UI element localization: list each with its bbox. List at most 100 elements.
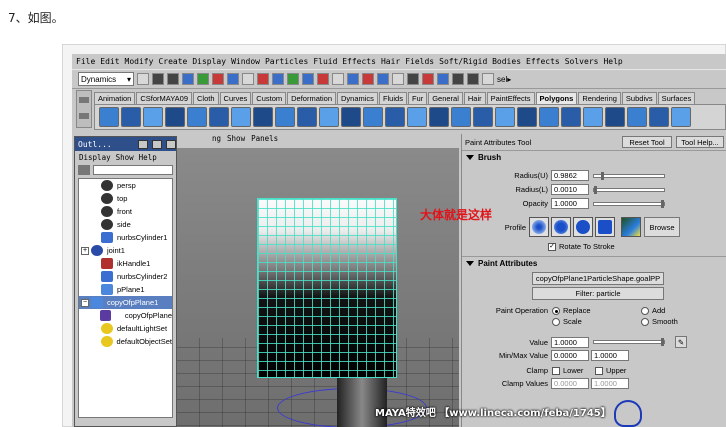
clamp-upper-checkbox[interactable] xyxy=(595,366,603,375)
replace-radio[interactable] xyxy=(552,306,560,315)
poly-cleanup-icon[interactable] xyxy=(583,107,603,127)
painted-plane[interactable] xyxy=(257,198,397,378)
profile-image-icon[interactable] xyxy=(621,217,641,237)
maximize-icon[interactable] xyxy=(152,139,162,149)
poly-planar-map-icon[interactable] xyxy=(451,107,471,127)
filter-button[interactable]: Filter: particle xyxy=(532,287,664,300)
select-component-icon[interactable] xyxy=(212,73,224,85)
menu-file[interactable]: File xyxy=(76,57,95,66)
outliner-item[interactable]: side xyxy=(79,218,172,231)
hypershade-icon[interactable] xyxy=(482,73,494,85)
shelf-tab-curves[interactable]: Curves xyxy=(219,92,252,104)
shelf-tab-fluids[interactable]: Fluids xyxy=(378,92,407,104)
joint-mask-icon[interactable] xyxy=(242,73,254,85)
poly-spherical-map-icon[interactable] xyxy=(495,107,515,127)
slider-knob[interactable] xyxy=(661,199,664,208)
poly-wedge-icon[interactable] xyxy=(429,107,449,127)
outliner-item[interactable]: defaultLightSet xyxy=(79,322,172,335)
render-icon[interactable] xyxy=(437,73,449,85)
brush-section-header[interactable]: Brush xyxy=(462,150,726,163)
poly-mirror-icon[interactable] xyxy=(671,107,691,127)
poly-append-icon[interactable] xyxy=(341,107,361,127)
menu-display[interactable]: Display xyxy=(192,57,226,66)
shelf-tab-custom[interactable]: Custom xyxy=(252,92,287,104)
menu-effects[interactable]: Effects xyxy=(526,57,560,66)
poly-quadrangulate-icon[interactable] xyxy=(627,107,647,127)
poly-torus-icon[interactable] xyxy=(209,107,229,127)
shelf-tab-hair[interactable]: Hair xyxy=(463,92,486,104)
rotate-to-stroke-checkbox[interactable]: ✓ xyxy=(548,242,556,251)
radius-u-field[interactable]: 0.9862 xyxy=(551,170,589,181)
snap-curve-icon[interactable] xyxy=(362,73,374,85)
poly-cube-icon[interactable] xyxy=(121,107,141,127)
shelf-tab-polygons[interactable]: Polygons xyxy=(535,92,578,104)
max-value-field[interactable]: 1.0000 xyxy=(591,350,629,361)
outliner-item-selected[interactable]: − copyOfpPlane1 xyxy=(79,296,172,309)
new-scene-icon[interactable] xyxy=(137,73,149,85)
paint-attribute-button[interactable]: copyOfpPlane1ParticleShape.goalPP xyxy=(532,272,664,285)
radius-l-slider[interactable] xyxy=(593,185,665,194)
menu-hair[interactable]: Hair xyxy=(381,57,400,66)
radius-l-field[interactable]: 0.0010 xyxy=(551,184,589,195)
poly-cone-icon[interactable] xyxy=(165,107,185,127)
outliner-item[interactable]: top xyxy=(79,192,172,205)
profile-soft-icon[interactable] xyxy=(529,217,549,237)
outliner-item[interactable]: + joint1 xyxy=(79,244,172,257)
poly-merge-icon[interactable] xyxy=(407,107,427,127)
poly-cylinder-icon[interactable] xyxy=(143,107,163,127)
collapse-icon[interactable]: − xyxy=(81,298,89,307)
poly-reduce-icon[interactable] xyxy=(561,107,581,127)
smooth-radio[interactable] xyxy=(641,317,649,326)
shelf-tab-dynamics[interactable]: Dynamics xyxy=(337,92,378,104)
menu-solvers[interactable]: Solvers xyxy=(565,57,599,66)
outliner-item[interactable]: defaultObjectSet xyxy=(79,335,172,348)
min-value-field[interactable]: 0.0000 xyxy=(551,350,589,361)
menu-soft-rigid-bodies[interactable]: Soft/Rigid Bodies xyxy=(439,57,521,66)
minimize-icon[interactable] xyxy=(138,139,148,149)
outliner-item[interactable]: pPlane1 xyxy=(79,283,172,296)
slider-knob[interactable] xyxy=(601,171,604,180)
shelf-tab-menu-icon[interactable] xyxy=(79,97,89,103)
profile-solid-circle-icon[interactable] xyxy=(573,217,593,237)
outliner-item[interactable]: copyOfpPlane xyxy=(79,309,172,322)
shelf-tab-csformaya09[interactable]: CSforMAYA09 xyxy=(136,92,193,104)
menu-fields[interactable]: Fields xyxy=(405,57,434,66)
opacity-slider[interactable] xyxy=(593,199,665,208)
deform-mask-icon[interactable] xyxy=(287,73,299,85)
shelf-tab-general[interactable]: General xyxy=(428,92,463,104)
shelf-tab-cloth[interactable]: Cloth xyxy=(193,92,219,104)
clamp-lower-checkbox[interactable] xyxy=(552,366,560,375)
poly-separate-icon[interactable] xyxy=(253,107,273,127)
render-mask-icon[interactable] xyxy=(317,73,329,85)
outliner-item[interactable]: ikHandle1 xyxy=(79,257,172,270)
value-field[interactable]: 1.0000 xyxy=(551,336,589,348)
menu-set-dropdown[interactable]: Dynamics ▾ xyxy=(78,72,134,86)
snap-grid-icon[interactable] xyxy=(347,73,359,85)
shelf-tab-rendering[interactable]: Rendering xyxy=(578,92,621,104)
handle-mask-icon[interactable] xyxy=(227,73,239,85)
outliner-item[interactable]: front xyxy=(79,205,172,218)
viewport-menu-show[interactable]: Show xyxy=(227,134,245,146)
snap-plane-icon[interactable] xyxy=(392,73,404,85)
poly-bridge-icon[interactable] xyxy=(319,107,339,127)
add-radio[interactable] xyxy=(641,306,649,315)
outliner-item[interactable]: persp xyxy=(79,179,172,192)
profile-gaussian-icon[interactable] xyxy=(551,217,571,237)
reset-tool-button[interactable]: Reset Tool xyxy=(622,136,672,148)
ipr-render-icon[interactable] xyxy=(452,73,464,85)
construction-history-icon[interactable] xyxy=(422,73,434,85)
save-scene-icon[interactable] xyxy=(167,73,179,85)
render-settings-icon[interactable] xyxy=(467,73,479,85)
menu-window[interactable]: Window xyxy=(231,57,260,66)
tool-help-button[interactable]: Tool Help... xyxy=(676,136,724,148)
poly-cylindrical-map-icon[interactable] xyxy=(473,107,493,127)
slider-knob[interactable] xyxy=(594,185,597,194)
dynamic-mask-icon[interactable] xyxy=(302,73,314,85)
radius-u-slider[interactable] xyxy=(593,171,665,180)
shelf-tab-painteffects[interactable]: PaintEffects xyxy=(486,92,535,104)
shelf-editor-icon[interactable] xyxy=(79,113,89,119)
viewport-menu-lighting[interactable]: ng xyxy=(212,134,221,146)
poly-combine-icon[interactable] xyxy=(231,107,251,127)
menu-particles[interactable]: Particles xyxy=(265,57,308,66)
pick-color-icon[interactable]: ✎ xyxy=(675,336,687,348)
